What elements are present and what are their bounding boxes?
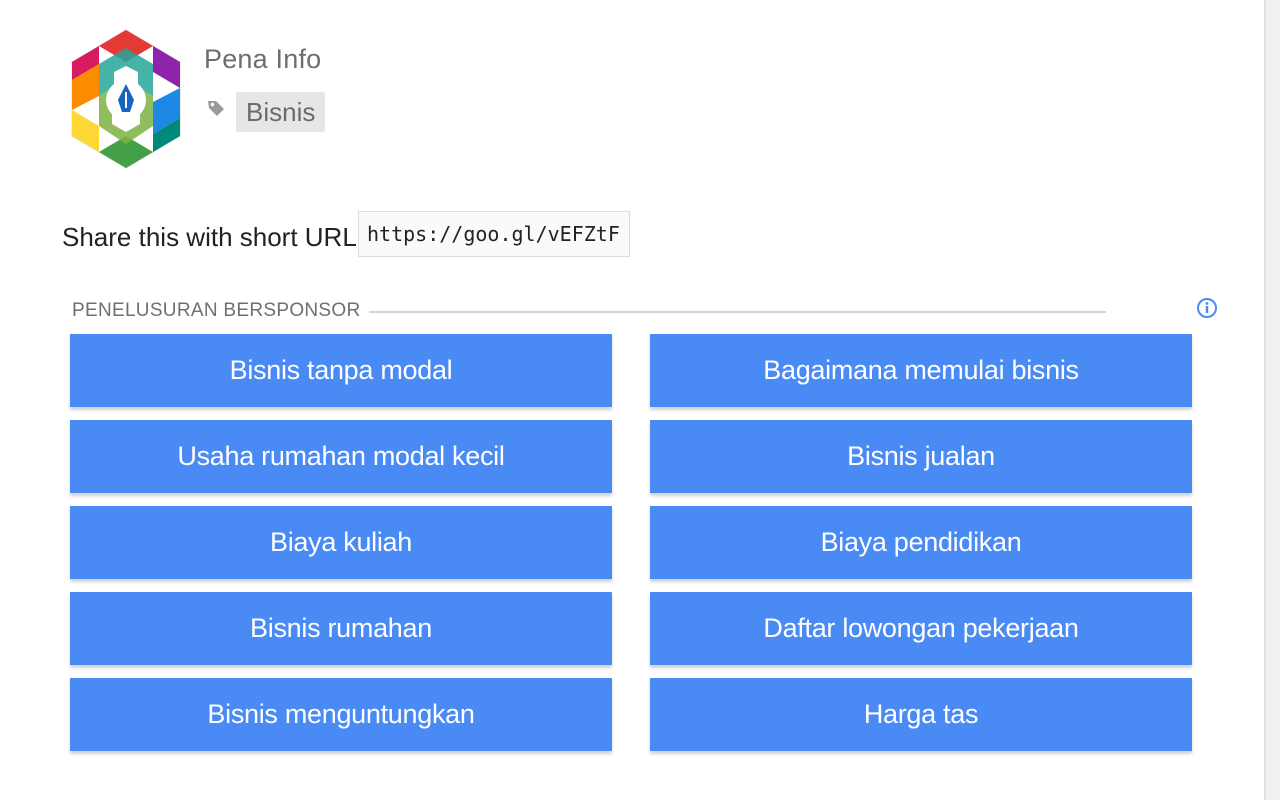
short-url-field[interactable]: https://goo.gl/vEFZtF — [358, 211, 630, 257]
sponsored-link-button[interactable]: Bisnis tanpa modal — [70, 334, 612, 407]
sponsored-link-button[interactable]: Bisnis rumahan — [70, 592, 612, 665]
sponsored-link-button[interactable]: Biaya pendidikan — [650, 506, 1192, 579]
pena-info-logo-icon[interactable] — [62, 26, 190, 172]
sponsored-link-button[interactable]: Harga tas — [650, 678, 1192, 751]
sponsored-link-button[interactable]: Biaya kuliah — [70, 506, 612, 579]
sponsored-links-grid: Bisnis tanpa modal Bagaimana memulai bis… — [70, 334, 1192, 751]
sponsored-link-button[interactable]: Bisnis jualan — [650, 420, 1192, 493]
sponsored-link-button[interactable]: Bagaimana memulai bisnis — [650, 334, 1192, 407]
sponsored-link-button[interactable]: Bisnis menguntungkan — [70, 678, 612, 751]
page: Pena Info Bisnis Share this with short U… — [0, 0, 1280, 800]
scrollbar-track[interactable] — [1264, 0, 1280, 800]
info-icon[interactable] — [1196, 297, 1218, 319]
sponsored-link-button[interactable]: Usaha rumahan modal kecil — [70, 420, 612, 493]
category-tag[interactable]: Bisnis — [236, 92, 326, 132]
tag-icon — [206, 98, 226, 118]
sponsored-heading: PENELUSURAN BERSPONSOR — [72, 300, 369, 322]
share-label: Share this with short URL: — [62, 222, 365, 252]
sponsored-link-button[interactable]: Daftar lowongan pekerjaan — [650, 592, 1192, 665]
author-name[interactable]: Pena Info — [204, 44, 321, 75]
